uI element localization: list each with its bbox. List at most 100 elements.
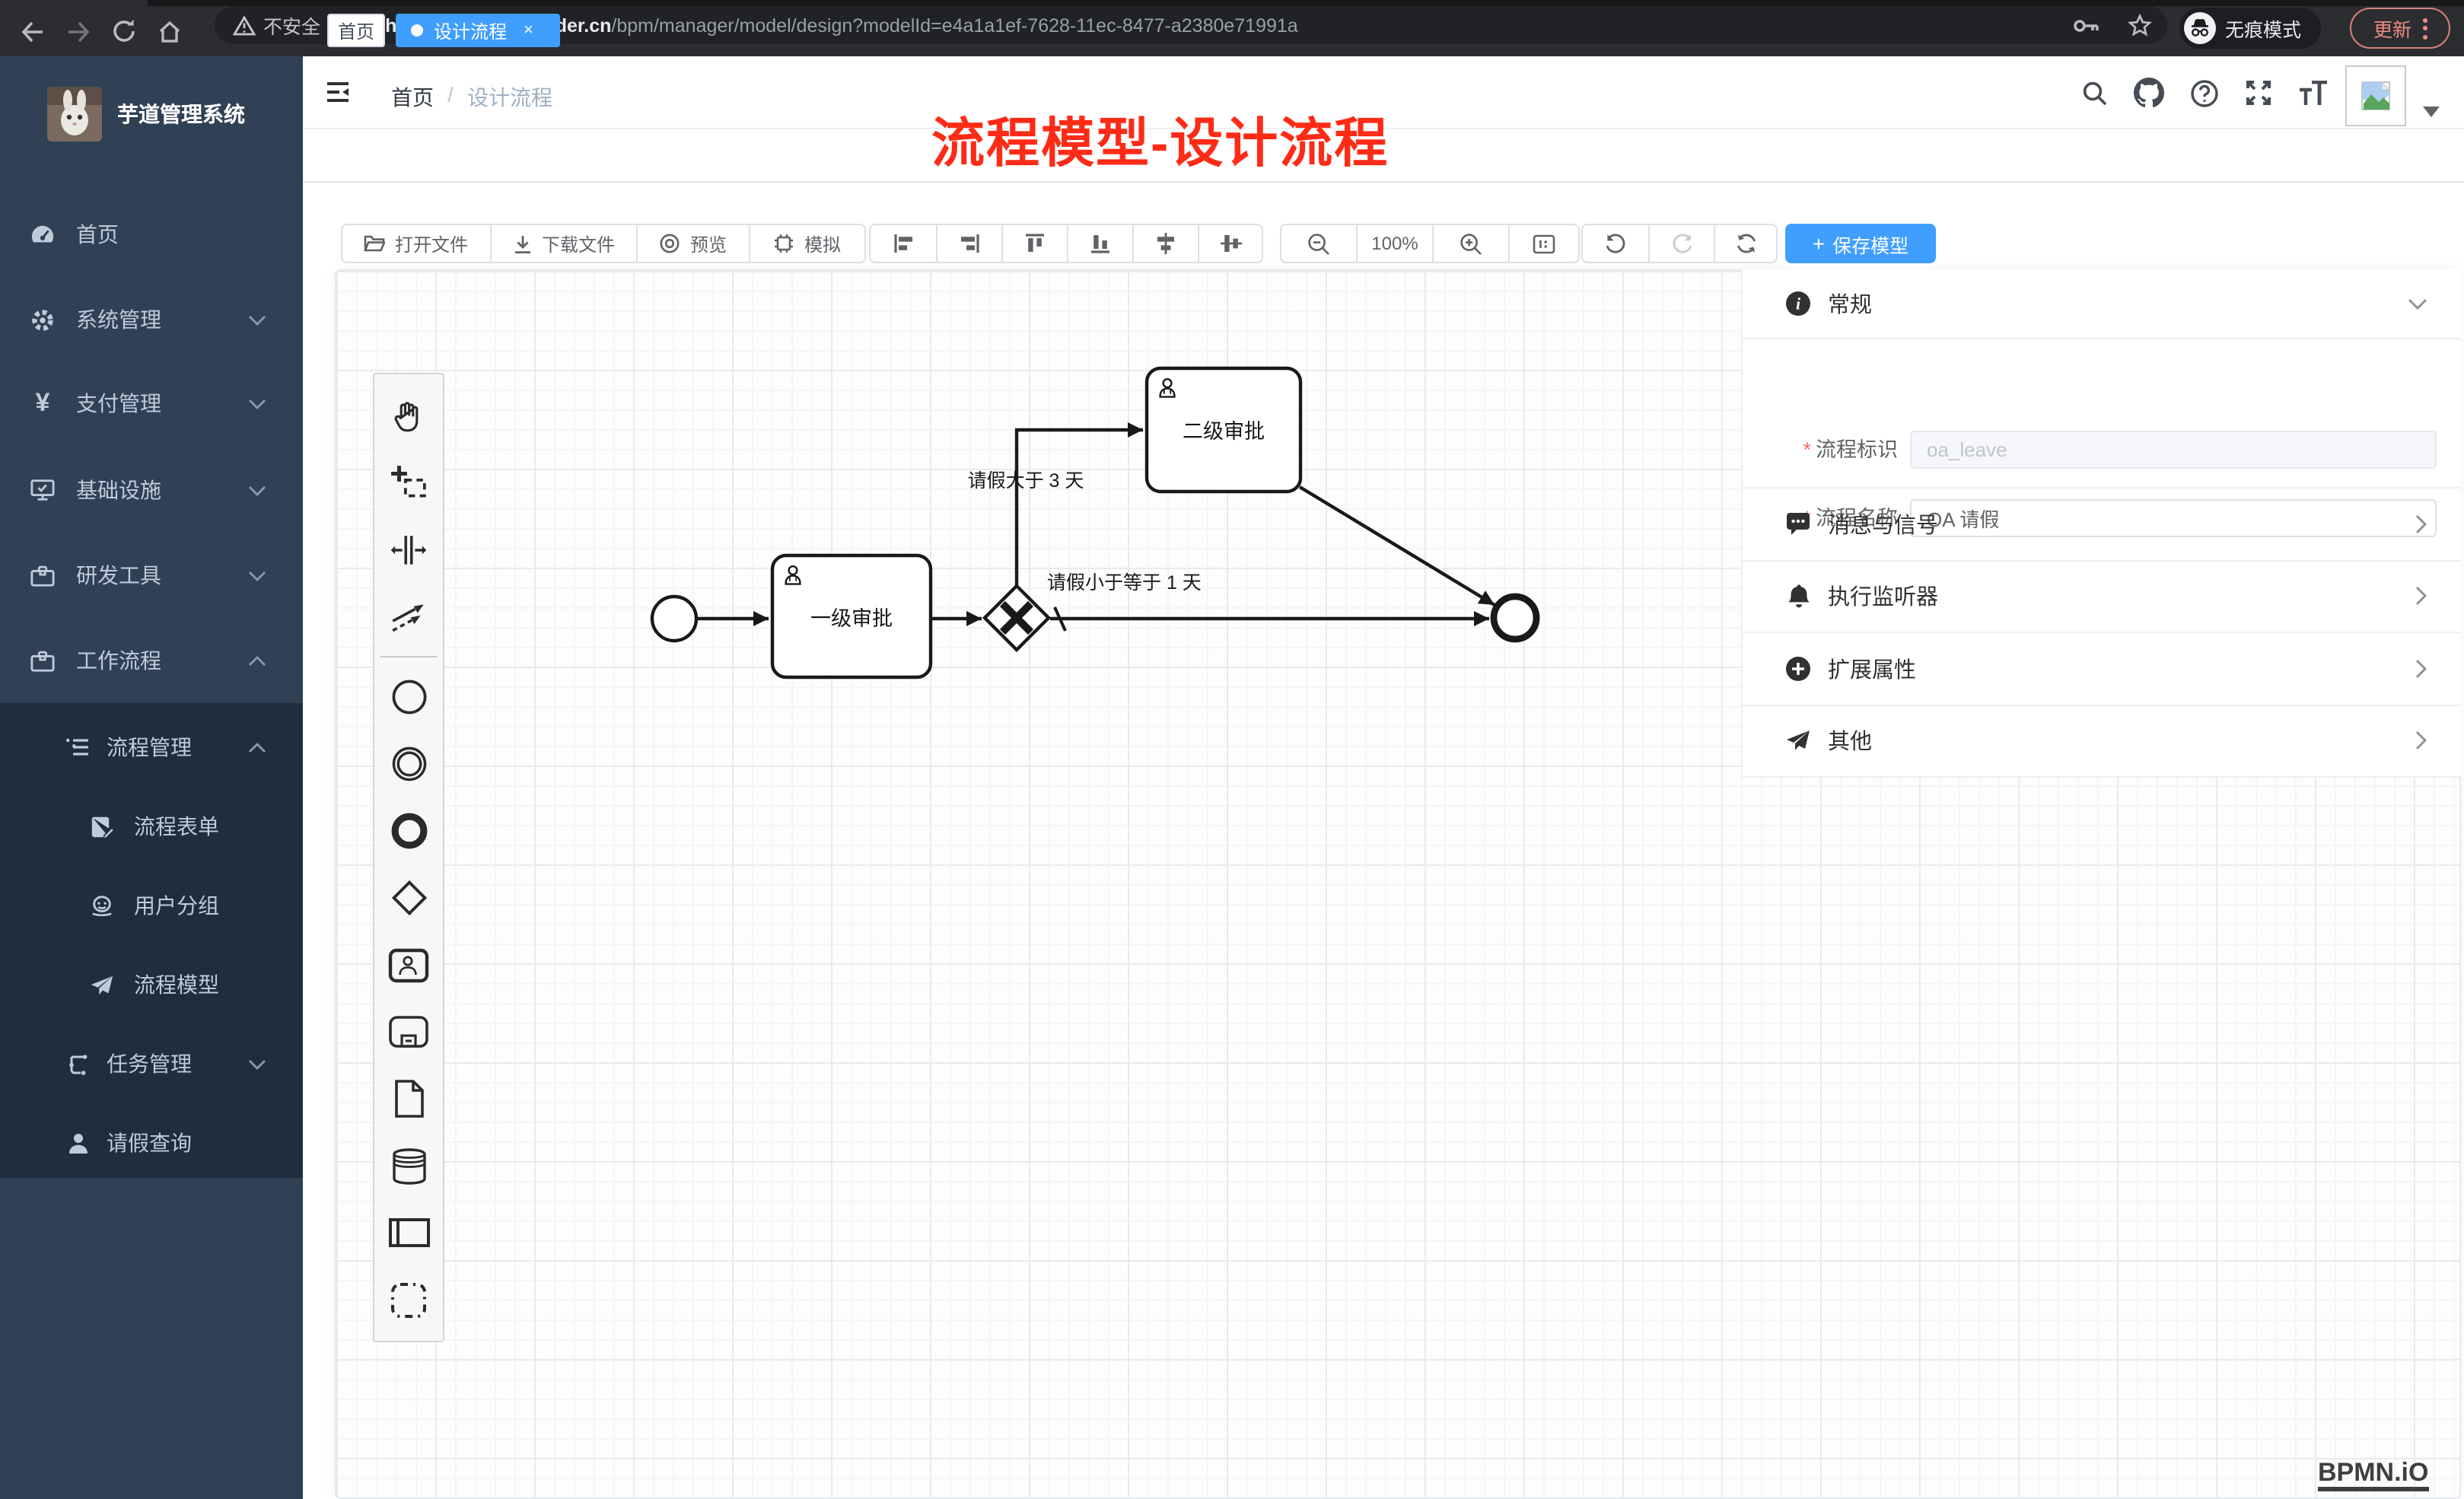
zoom-button-group: 100% [1280, 224, 1580, 263]
folder-open-icon [365, 234, 386, 253]
preview-icon [660, 233, 681, 254]
align-center-horizontal-button[interactable] [1132, 225, 1198, 262]
sidebar-collapse-button[interactable] [326, 81, 350, 103]
zoom-out-icon [1307, 232, 1330, 255]
zoom-level[interactable]: 100% [1356, 225, 1432, 262]
bpmn-io-watermark[interactable]: BPMN.iO [2318, 1458, 2428, 1491]
chevron-right-icon [2415, 659, 2427, 679]
flow-label-le1[interactable]: 请假小于等于 1 天 [1047, 572, 1202, 594]
section-title: 其他 [1828, 725, 1872, 757]
sidebar-item-process-mgmt[interactable]: 流程管理 [0, 705, 303, 790]
zoom-in-button[interactable] [1432, 225, 1508, 262]
sidebar-item-process-model[interactable]: 流程模型 [0, 942, 303, 1027]
end-event[interactable] [1494, 597, 1536, 639]
undo-button[interactable] [1583, 225, 1648, 262]
gear-icon [30, 307, 55, 332]
person-icon [65, 1131, 90, 1155]
search-icon[interactable] [2082, 80, 2108, 106]
sidebar-item-user-groups[interactable]: 用户分组 [0, 863, 303, 948]
align-right-icon [959, 233, 980, 254]
panel-section-general[interactable]: i 常规 [1743, 269, 2461, 339]
chevron-right-icon [2415, 731, 2427, 751]
panel-section-other[interactable]: 其他 [1743, 705, 2461, 776]
browser-update-button[interactable]: 更新 [2350, 8, 2450, 49]
plus-circle-icon [1785, 656, 1811, 682]
sidebar-submenu-workflow: 流程管理 流程表单 用户分组 流程模型 任务管理 请假 [0, 703, 303, 1178]
open-file-label: 打开文件 [395, 231, 468, 256]
align-center-vertical-button[interactable] [1198, 225, 1262, 262]
preview-button[interactable]: 预览 [636, 225, 749, 262]
dashboard-icon [30, 222, 55, 247]
sidebar-item-infra[interactable]: 基础设施 [0, 447, 303, 533]
download-file-button[interactable]: 下载文件 [490, 225, 636, 262]
message-icon [1785, 511, 1811, 537]
sidebar-item-label: 用户分组 [134, 890, 219, 921]
exclusive-gateway[interactable] [985, 586, 1049, 650]
process-key-field-row: *流程标识 [1743, 431, 2462, 469]
sidebar-item-process-form[interactable]: 流程表单 [0, 784, 303, 869]
plus-icon: + [1813, 231, 1825, 256]
sidebar-item-payment[interactable]: ¥ 支付管理 [0, 361, 303, 446]
align-top-button[interactable] [1001, 225, 1067, 262]
restart-button[interactable] [1714, 225, 1776, 262]
tab-home[interactable]: 首页 [327, 14, 385, 47]
avatar[interactable] [2345, 65, 2406, 126]
back-button[interactable] [9, 10, 55, 53]
annotation-title: 流程模型-设计流程 [931, 100, 1389, 178]
home-button[interactable] [146, 10, 192, 53]
task-first-approval[interactable]: 一级审批 [772, 555, 931, 677]
hamburger-collapse-icon [326, 81, 350, 103]
chevron-down-icon [2408, 298, 2427, 310]
align-bottom-icon [1090, 233, 1111, 254]
info-icon: i [1785, 291, 1811, 317]
fullscreen-icon[interactable] [2245, 79, 2272, 107]
zoom-reset-button[interactable] [1508, 225, 1578, 262]
panel-section-extensions[interactable]: 扩展属性 [1743, 633, 2461, 705]
panel-section-listeners[interactable]: 执行监听器 [1743, 561, 2461, 633]
sidebar-item-home[interactable]: 首页 [0, 192, 303, 277]
open-file-button[interactable]: 打开文件 [342, 225, 490, 262]
browser-active-tab[interactable] [0, 0, 148, 6]
password-key-icon[interactable] [2073, 16, 2100, 34]
sidebar-item-devtools[interactable]: 研发工具 [0, 533, 303, 618]
app-logo [47, 86, 102, 141]
flow-gateway-to-task2[interactable] [1017, 430, 1143, 585]
align-bottom-button[interactable] [1067, 225, 1132, 262]
incognito-label: 无痕模式 [2225, 14, 2301, 43]
forward-button[interactable] [55, 10, 100, 53]
header-actions [2082, 73, 2329, 113]
bookmark-star-icon[interactable] [2128, 13, 2152, 37]
sidebar: 芋道管理系统 首页 系统管理 ¥ 支付管理 基础设施 研发工具 工作 [0, 56, 303, 1499]
sidebar-item-workflow[interactable]: 工作流程 [0, 618, 303, 703]
zoom-out-button[interactable] [1281, 225, 1356, 262]
panel-section-messages[interactable]: 消息与信号 [1743, 489, 2461, 561]
process-key-input[interactable] [1910, 431, 2437, 469]
reload-button[interactable] [100, 10, 146, 53]
sidebar-item-task-mgmt[interactable]: 任务管理 [0, 1021, 303, 1106]
not-secure-warning-icon [233, 14, 256, 36]
font-size-icon[interactable] [2298, 80, 2329, 106]
flow-task2-to-end[interactable] [1300, 487, 1495, 605]
save-model-button[interactable]: + 保存模型 [1785, 224, 1936, 263]
redo-button[interactable] [1648, 225, 1714, 262]
tab-design-process[interactable]: 设计流程 × [396, 14, 560, 47]
simulate-button[interactable]: 模拟 [749, 225, 864, 262]
align-left-button[interactable] [871, 225, 936, 262]
tab-label: 设计流程 [434, 18, 507, 43]
help-icon[interactable] [2190, 78, 2219, 107]
sidebar-item-system[interactable]: 系统管理 [0, 277, 303, 362]
sidebar-logo-row[interactable]: 芋道管理系统 [0, 56, 303, 170]
browser-menu-icon[interactable] [2422, 18, 2427, 39]
github-icon[interactable] [2134, 78, 2164, 108]
breadcrumb-home[interactable]: 首页 [391, 82, 434, 113]
avatar-caret-icon[interactable] [2423, 107, 2440, 117]
flow-label-gt3[interactable]: 请假大于 3 天 [968, 470, 1084, 492]
task-second-approval[interactable]: 二级审批 [1147, 368, 1300, 492]
start-event[interactable] [652, 597, 696, 641]
align-center-vertical-icon [1220, 233, 1241, 254]
tab-close-icon[interactable]: × [524, 21, 533, 40]
align-right-button[interactable] [936, 225, 1001, 262]
tree-icon [65, 1052, 90, 1076]
sidebar-item-leave-query[interactable]: 请假查询 [0, 1100, 303, 1186]
download-icon [513, 234, 533, 253]
